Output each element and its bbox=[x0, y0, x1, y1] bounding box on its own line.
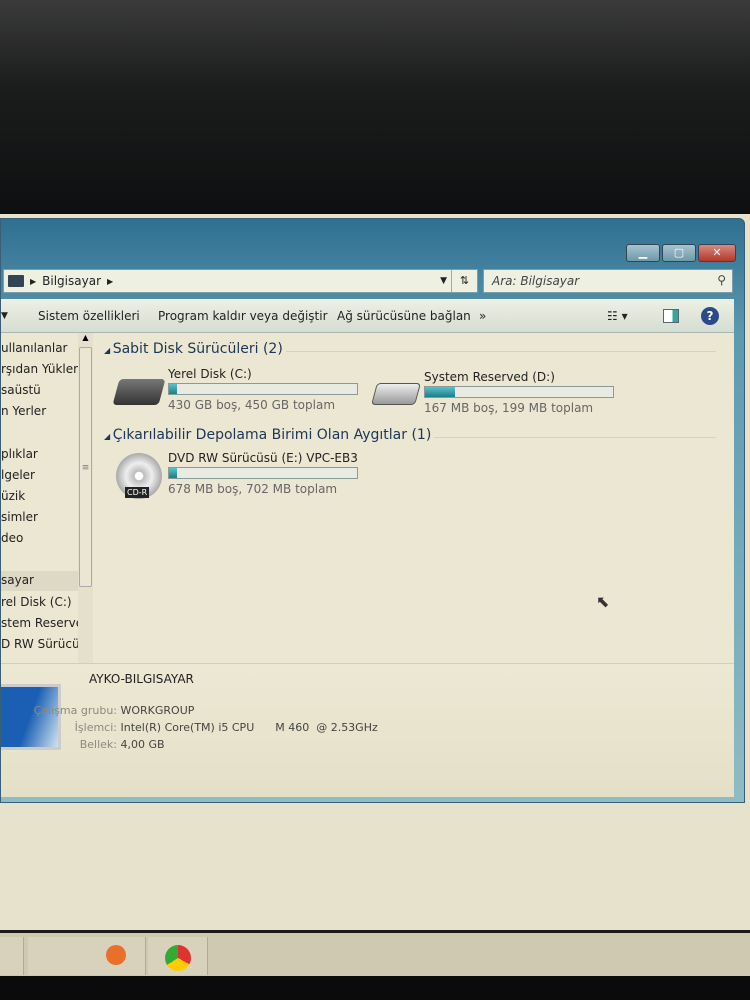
nav-item[interactable]: rel Disk (C:) bbox=[1, 595, 72, 609]
nav-item[interactable]: lgeler bbox=[1, 468, 35, 482]
start-button[interactable] bbox=[0, 937, 24, 975]
nav-item[interactable]: plıklar bbox=[1, 447, 38, 461]
search-input[interactable]: Ara: Bilgisayar ⚲ bbox=[483, 269, 733, 293]
maximize-button[interactable]: ▢ bbox=[662, 244, 696, 262]
usage-fill bbox=[425, 387, 456, 397]
navigation-pane: ullanılanlar rşıdan Yüklem saüstü n Yerl… bbox=[1, 333, 79, 663]
chevron-right-icon: ▶ bbox=[30, 276, 37, 286]
computer-icon bbox=[8, 275, 24, 287]
detail-row: İşlemci: Intel(R) Core(TM) i5 CPU M 460 … bbox=[27, 721, 378, 734]
details-pane: AYKO-BILGISAYAR Çalışma grubu: WORKGROUP… bbox=[1, 663, 734, 797]
usage-fill bbox=[169, 384, 178, 394]
windows-drive-icon bbox=[112, 379, 166, 405]
usage-bar bbox=[168, 383, 358, 395]
taskbar-chrome-icon[interactable] bbox=[148, 937, 208, 975]
search-icon[interactable]: ⚲ bbox=[717, 273, 726, 287]
drive-name: Yerel Disk (C:) bbox=[168, 367, 252, 381]
command-bar: ▼ Sistem özellikleri Program kaldır veya… bbox=[1, 299, 734, 333]
map-network-drive-button[interactable]: Ağ sürücüsüne bağlan bbox=[337, 309, 471, 323]
address-bar[interactable]: ▶ Bilgisayar ▶ ▼ ⇅ bbox=[3, 269, 478, 293]
drive-name: System Reserved (D:) bbox=[424, 370, 555, 384]
computer-name: AYKO-BILGISAYAR bbox=[89, 672, 194, 686]
close-button[interactable]: ✕ bbox=[698, 244, 736, 262]
group-header-hard-disks[interactable]: ◢ Sabit Disk Sürücüleri (2) bbox=[104, 341, 283, 357]
nav-item[interactable]: deo bbox=[1, 531, 23, 545]
usage-bar bbox=[424, 386, 614, 398]
scroll-thumb[interactable]: ≡ bbox=[79, 347, 92, 587]
detail-value: Intel(R) Core(TM) i5 CPU M 460 @ 2.53GHz bbox=[120, 721, 378, 734]
detail-row: Bellek: 4,00 GB bbox=[27, 738, 165, 751]
detail-value: WORKGROUP bbox=[120, 704, 195, 717]
detail-value: 4,00 GB bbox=[120, 738, 165, 751]
detail-row: Çalışma grubu: WORKGROUP bbox=[27, 704, 195, 717]
organize-dropdown-icon[interactable]: ▼ bbox=[1, 311, 8, 321]
taskbar bbox=[0, 930, 750, 976]
drive-size: 167 MB boş, 199 MB toplam bbox=[424, 401, 594, 415]
taskbar-media-player-icon[interactable] bbox=[86, 937, 146, 975]
nav-item[interactable]: saüstü bbox=[1, 383, 41, 397]
uninstall-program-button[interactable]: Program kaldır veya değiştir bbox=[158, 309, 328, 323]
preview-pane-icon[interactable] bbox=[663, 308, 679, 323]
drives-view: ◢ Sabit Disk Sürücüleri (2) Yerel Disk (… bbox=[96, 333, 726, 663]
view-options-icon[interactable]: ☷ ▾ bbox=[607, 309, 628, 323]
hard-drive-icon bbox=[371, 383, 421, 405]
nav-item[interactable]: n Yerler bbox=[1, 404, 46, 418]
nav-item[interactable]: rşıdan Yüklem bbox=[1, 362, 79, 376]
nav-item[interactable]: simler bbox=[1, 510, 38, 524]
group-header-removable[interactable]: ◢ Çıkarılabilir Depolama Birimi Olan Ayg… bbox=[104, 427, 431, 443]
cd-r-badge: CD-R bbox=[125, 487, 150, 498]
chevron-right-icon: ▶ bbox=[107, 276, 114, 286]
drive-size: 678 MB boş, 702 MB toplam bbox=[168, 482, 338, 496]
system-properties-button[interactable]: Sistem özellikleri bbox=[38, 309, 140, 323]
nav-item[interactable]: stem Reserved bbox=[1, 616, 79, 630]
nav-item[interactable]: ullanılanlar bbox=[1, 341, 67, 355]
taskbar-printer-icon[interactable] bbox=[28, 937, 88, 975]
search-placeholder: Ara: Bilgisayar bbox=[492, 274, 580, 288]
divider bbox=[286, 351, 716, 352]
usage-fill bbox=[169, 468, 177, 478]
refresh-button[interactable]: ⇅ bbox=[451, 270, 477, 292]
main-area: ullanılanlar rşıdan Yüklem saüstü n Yerl… bbox=[1, 333, 734, 797]
monitor-bezel bbox=[0, 0, 750, 218]
nav-item[interactable]: D RW Sürücüs bbox=[1, 637, 79, 651]
nav-item[interactable]: üzik bbox=[1, 489, 25, 503]
group-title: Sabit Disk Sürücüleri (2) bbox=[112, 341, 283, 357]
nav-scrollbar[interactable]: ▲ ≡ bbox=[78, 333, 93, 663]
divider bbox=[434, 437, 716, 438]
group-title: Çıkarılabilir Depolama Birimi Olan Aygıt… bbox=[112, 427, 432, 443]
chevron-down-icon[interactable]: ▼ bbox=[440, 276, 447, 286]
more-button[interactable]: » bbox=[479, 309, 486, 323]
minimize-button[interactable]: ▁ bbox=[626, 244, 660, 262]
help-icon[interactable]: ? bbox=[701, 306, 719, 325]
detail-key: İşlemci: bbox=[74, 721, 117, 734]
detail-key: Bellek: bbox=[79, 738, 117, 751]
scroll-up-icon[interactable]: ▲ bbox=[78, 333, 93, 342]
drive-name: DVD RW Sürücüsü (E:) VPC-EB3 bbox=[168, 451, 358, 465]
detail-key: Çalışma grubu: bbox=[33, 704, 117, 717]
nav-item-selected[interactable]: sayar bbox=[1, 571, 79, 591]
mouse-cursor-icon: ⬉ bbox=[596, 592, 610, 611]
drive-size: 430 GB boş, 450 GB toplam bbox=[168, 398, 336, 412]
explorer-window: ▁ ▢ ✕ ▶ Bilgisayar ▶ ▼ ⇅ Ara: Bilgisayar… bbox=[0, 218, 745, 803]
breadcrumb-bilgisayar[interactable]: Bilgisayar bbox=[42, 274, 101, 288]
usage-bar bbox=[168, 467, 358, 479]
